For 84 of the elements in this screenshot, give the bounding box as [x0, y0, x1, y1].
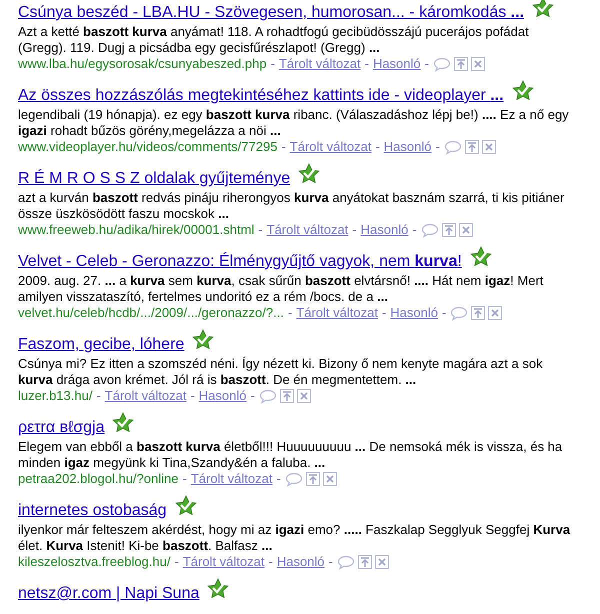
- close-icon[interactable]: [458, 223, 473, 237]
- close-icon[interactable]: [322, 472, 337, 486]
- comment-icon[interactable]: [432, 56, 451, 72]
- separator-text: -: [276, 471, 281, 487]
- result-link[interactable]: Tárolt változat: [290, 139, 372, 155]
- comment-icon[interactable]: [258, 388, 277, 404]
- result-url: petraa202.blogol.hu/?online: [18, 471, 178, 487]
- separator-text: -: [352, 222, 357, 238]
- close-icon[interactable]: [374, 555, 389, 569]
- up-arrow-icon[interactable]: [280, 389, 294, 403]
- close-icon[interactable]: [482, 140, 496, 154]
- close-icon[interactable]: [296, 389, 311, 403]
- separator-text: -: [424, 56, 429, 72]
- comment-icon[interactable]: [444, 140, 462, 154]
- separator-text: -: [281, 139, 286, 155]
- star-icon[interactable]: [532, 0, 554, 17]
- star-icon[interactable]: [112, 412, 134, 432]
- result-title[interactable]: Velvet - Celeb - Geronazzo: Élménygyűjtő vagyok, nem kurva!: [18, 252, 462, 272]
- result-link[interactable]: Tárolt változat: [190, 471, 272, 487]
- comment-icon[interactable]: [336, 554, 355, 570]
- result-snippet: ilyenkor már felteszem akérdést, hogy mi az igazi emo? ..... Faszkalap Segglyuk Seggfej Kurva élet. Kurva Istenit! Ki-be baszott. Balfasz ...: [18, 522, 572, 554]
- result-snippet: 2009. aug. 27. ... a kurva sem kurva, csak sűrűn baszott elvtársnő! .... Hát nem igaz! Mert amilyen visszataszító, fertelmes undoritó ez a rém /bocs. de a ...: [18, 273, 544, 305]
- separator-text: -: [382, 305, 386, 321]
- result-snippet: Azt a ketté baszott kurva anyámat! 118. A rohadtfogú gecibüdösszájú pucerájos pofádat (Gregg). 119. Dugj a picsádba egy gecisfűrészlapot! (Gregg) ...: [18, 24, 530, 56]
- star-icon[interactable]: [174, 495, 197, 515]
- result-link[interactable]: Hasonló: [372, 56, 421, 72]
- up-arrow-icon[interactable]: [471, 306, 486, 320]
- result-snippet: legendibali (19 hónapja). ez egy baszott kurva ribanc. (Válaszadáshoz lépj be!) .... Ez a nő egy igazi rohadt bűzös görény,megelázza a nöi ...: [18, 107, 570, 139]
- result-link[interactable]: Tárolt változat: [266, 222, 348, 238]
- separator-text: -: [412, 222, 417, 238]
- result-link[interactable]: Hasonló: [384, 139, 432, 155]
- close-icon[interactable]: [488, 306, 502, 320]
- separator-text: -: [250, 388, 255, 404]
- comment-icon[interactable]: [420, 222, 439, 238]
- result-url: www.videoplayer.hu/videos/comments/77295: [18, 139, 278, 155]
- result-title[interactable]: R É M R O S S Z oldalak gyűjteménye: [18, 169, 290, 189]
- up-arrow-icon[interactable]: [358, 555, 372, 569]
- star-icon[interactable]: [298, 163, 320, 183]
- separator-text: -: [288, 305, 292, 321]
- separator-text: -: [328, 554, 333, 570]
- separator-text: -: [268, 554, 273, 570]
- up-arrow-icon[interactable]: [454, 57, 468, 71]
- result-title[interactable]: netsz@r.com | Napi Suna: [18, 584, 200, 604]
- result-title[interactable]: Faszom, gecibe, lóhere: [18, 335, 184, 355]
- result-link[interactable]: Tárolt változat: [296, 305, 378, 321]
- star-icon[interactable]: [192, 329, 214, 349]
- star-icon[interactable]: [470, 246, 492, 266]
- result-snippet: Elegem van ebből a baszott kurva életből!!! Huuuuuuuuu ... De nemsoká mék is vissza, és ha minden igaz megyünk ki Tina,Szandy&én a faluba. ...: [18, 439, 564, 471]
- separator-text: -: [270, 56, 275, 72]
- comment-icon[interactable]: [450, 306, 468, 320]
- result-title[interactable]: Az összes hozzászólás megtekintéséhez kattints ide - videoplayer ...: [18, 86, 504, 106]
- result-url: kileszelosztva.freeblog.hu/: [18, 554, 170, 570]
- separator-text: -: [96, 388, 101, 404]
- result-link[interactable]: Tárolt változat: [182, 554, 264, 570]
- up-arrow-icon[interactable]: [442, 223, 456, 237]
- result-url: velvet.hu/celeb/hcdb/.../2009/.../geronazzo/?...: [18, 305, 284, 321]
- result-url: www.freeweb.hu/adika/hirek/00001.shtml: [18, 222, 254, 238]
- separator-text: -: [174, 554, 179, 570]
- separator-text: -: [442, 305, 446, 321]
- up-arrow-icon[interactable]: [464, 140, 479, 154]
- result-title[interactable]: Csúnya beszéd - LBA.HU - Szövegesen, humorosan... - káromkodás ...: [18, 3, 524, 23]
- result-link[interactable]: Hasonló: [276, 554, 325, 570]
- result-url: www.lba.hu/egysorosak/csunyabeszed.php: [18, 56, 267, 72]
- result-link[interactable]: Tárolt változat: [278, 56, 361, 72]
- separator-text: -: [364, 56, 369, 72]
- star-icon[interactable]: [207, 578, 230, 598]
- separator-text: -: [182, 471, 187, 487]
- result-link[interactable]: Hasonló: [198, 388, 246, 404]
- result-title[interactable]: internetes ostobaság: [18, 501, 167, 521]
- result-link[interactable]: Tárolt változat: [104, 388, 186, 404]
- separator-text: -: [258, 222, 263, 238]
- star-icon[interactable]: [512, 80, 534, 100]
- comment-icon[interactable]: [284, 472, 303, 486]
- close-icon[interactable]: [470, 57, 485, 71]
- separator-text: -: [435, 139, 440, 155]
- result-link[interactable]: Hasonló: [360, 222, 408, 238]
- result-snippet: Csúnya mi? Ez itten a szomszéd néni. Így nézett ki. Bizony ő nem kenyte magára azt a sok kurva drága avon krémet. Jól rá is baszott. De én megmentettem. ...: [18, 356, 544, 388]
- result-snippet: azt a kurván baszott redvás pináju riherongyos kurva anyátokat basznám szarrá, ti kis pitiáner össze üszkösödött faszu mocskok ...: [18, 190, 566, 222]
- separator-text: -: [190, 388, 195, 404]
- result-url: luzer.b13.hu/: [18, 388, 92, 404]
- result-title[interactable]: ρετrα вℓσgja: [18, 418, 104, 438]
- separator-text: -: [375, 139, 380, 155]
- up-arrow-icon[interactable]: [306, 472, 320, 486]
- result-link[interactable]: Hasonló: [390, 305, 438, 321]
